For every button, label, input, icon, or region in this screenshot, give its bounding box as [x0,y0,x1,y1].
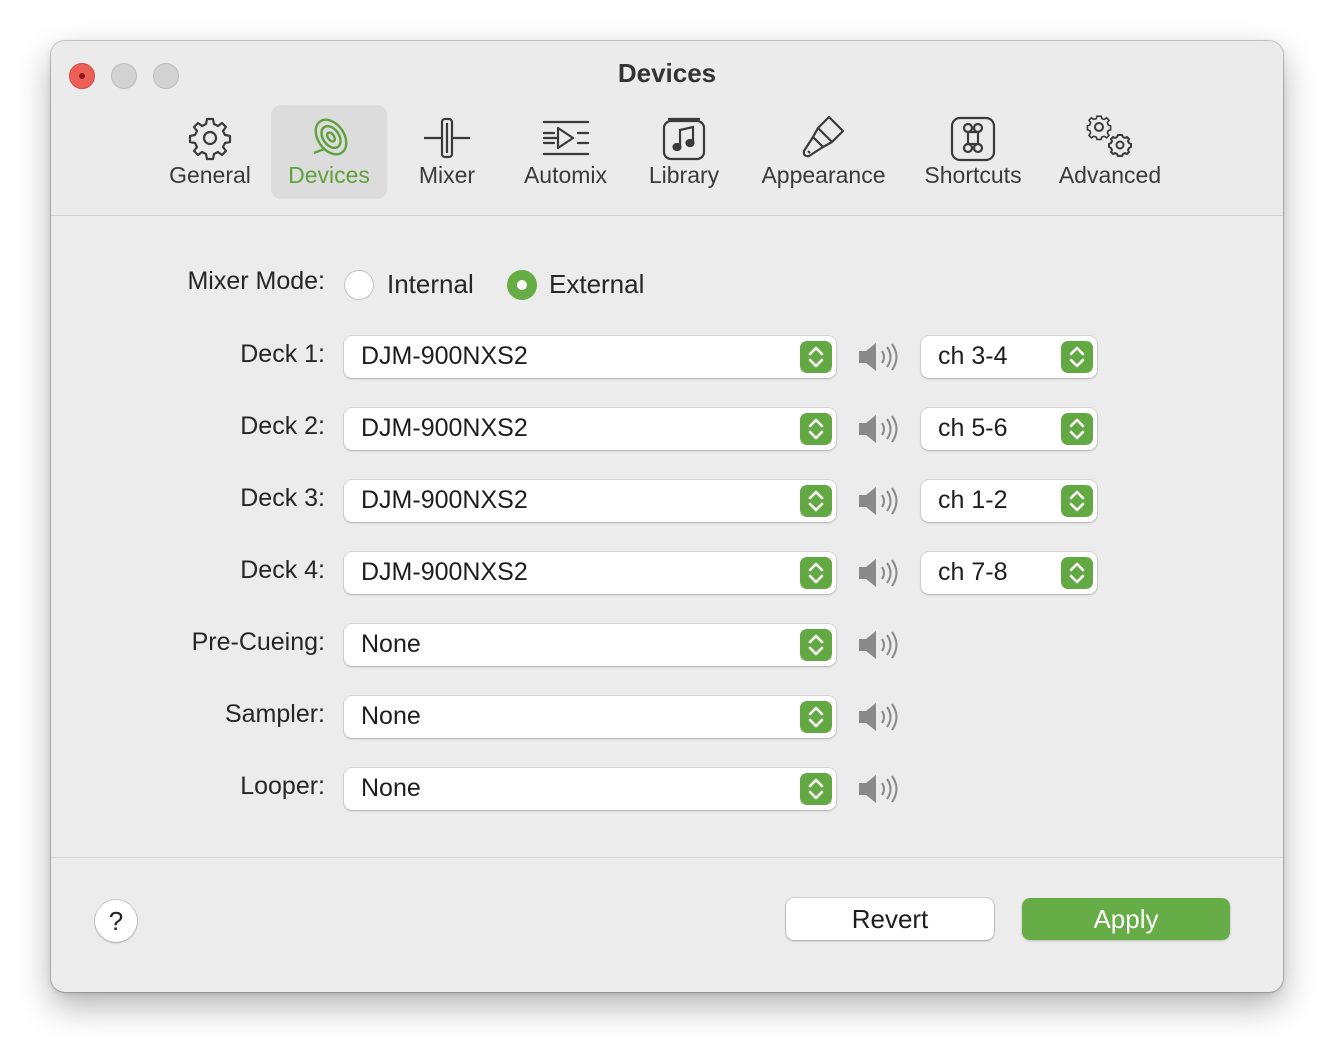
tab-general[interactable]: General [158,105,262,199]
help-button[interactable]: ? [95,900,137,942]
chevron-up-down-icon[interactable] [800,413,832,445]
pre-cueing-device-value: None [361,630,421,658]
automix-icon [542,120,589,156]
paintbrush-icon [802,115,844,158]
chevron-up-down-icon[interactable] [1061,557,1093,589]
mixer-mode-external-radio[interactable] [507,270,537,300]
music-note-icon [662,117,706,161]
fader-icon [424,117,470,159]
deck-4-device-select[interactable]: DJM-900NXS2 [344,552,836,594]
deck-4-device-value: DJM-900NXS2 [361,558,528,586]
deck-1-device-select[interactable]: DJM-900NXS2 [344,336,836,378]
pre-cueing-device-select[interactable]: None [344,624,836,666]
deck-4-channel-value: ch 7-8 [938,558,1008,586]
looper-label: Looper: [240,772,325,800]
tab-automix[interactable]: Automix [513,105,618,199]
revert-button[interactable]: Revert [786,898,994,940]
footer-divider [51,857,1283,858]
tab-shortcuts[interactable]: Shortcuts [913,105,1033,199]
sampler-device-select[interactable]: None [344,696,836,738]
looper-device-select[interactable]: None [344,768,836,810]
speaker-volume-icon[interactable] [856,772,900,806]
window-title: Devices [617,58,717,88]
tab-shortcuts-label: Shortcuts [924,162,1022,188]
speaker-volume-icon[interactable] [856,556,900,590]
chevron-up-down-icon[interactable] [800,485,832,517]
mixer-mode-internal-label[interactable]: Internal [387,269,474,300]
tab-advanced-label: Advanced [1058,162,1162,188]
speaker-volume-icon[interactable] [856,628,900,662]
deck-2-label: Deck 2: [240,412,325,440]
deck-4-label: Deck 4: [240,556,325,584]
tab-automix-label: Automix [523,162,608,188]
sampler-label: Sampler: [224,700,325,728]
mixer-mode-internal-radio[interactable] [344,270,374,300]
chevron-up-down-icon[interactable] [1061,413,1093,445]
tab-appearance[interactable]: Appearance [751,105,896,199]
deck-3-channel-select[interactable]: ch 1-2 [921,480,1097,522]
tab-devices-label: Devices [288,162,370,188]
mixer-mode-label: Mixer Mode: [187,267,325,295]
gears-icon [1086,115,1132,157]
deck-2-channel-value: ch 5-6 [938,414,1008,442]
apply-button[interactable]: Apply [1022,898,1230,940]
tab-appearance-label: Appearance [761,162,886,188]
tab-advanced[interactable]: Advanced [1051,105,1169,199]
deck-3-channel-value: ch 1-2 [938,486,1008,514]
looper-device-value: None [361,774,421,802]
deck-3-label: Deck 3: [240,484,325,512]
speaker-volume-icon[interactable] [856,700,900,734]
tab-devices[interactable]: Devices [271,105,387,199]
chevron-up-down-icon[interactable] [800,629,832,661]
deck-3-device-value: DJM-900NXS2 [361,486,528,514]
chevron-up-down-icon[interactable] [800,773,832,805]
sampler-device-value: None [361,702,421,730]
deck-1-channel-select[interactable]: ch 3-4 [921,336,1097,378]
tab-library[interactable]: Library [636,105,732,199]
chevron-up-down-icon[interactable] [1061,485,1093,517]
preferences-window: Devices General Devices Mixer Automix Li… [51,41,1283,992]
command-key-icon [950,116,996,162]
deck-1-device-value: DJM-900NXS2 [361,342,528,370]
gear-icon [188,117,232,161]
deck-2-device-select[interactable]: DJM-900NXS2 [344,408,836,450]
tab-library-label: Library [648,162,720,188]
chevron-up-down-icon[interactable] [800,341,832,373]
speaker-volume-icon[interactable] [856,340,900,374]
deck-3-device-select[interactable]: DJM-900NXS2 [344,480,836,522]
chevron-up-down-icon[interactable] [800,557,832,589]
chevron-up-down-icon[interactable] [1061,341,1093,373]
deck-2-channel-select[interactable]: ch 5-6 [921,408,1097,450]
title-bar: Devices General Devices Mixer Automix Li… [51,41,1283,216]
deck-1-label: Deck 1: [240,340,325,368]
tab-general-label: General [169,162,251,188]
tab-mixer-label: Mixer [418,162,476,188]
speaker-volume-icon[interactable] [856,412,900,446]
deck-1-channel-value: ch 3-4 [938,342,1008,370]
chevron-up-down-icon[interactable] [800,701,832,733]
deck-2-device-value: DJM-900NXS2 [361,414,528,442]
speaker-volume-icon[interactable] [856,484,900,518]
mixer-mode-external-label[interactable]: External [549,269,644,300]
tab-mixer[interactable]: Mixer [401,105,493,199]
speaker-icon [313,118,348,156]
deck-4-channel-select[interactable]: ch 7-8 [921,552,1097,594]
pre-cueing-label: Pre-Cueing: [191,628,325,656]
